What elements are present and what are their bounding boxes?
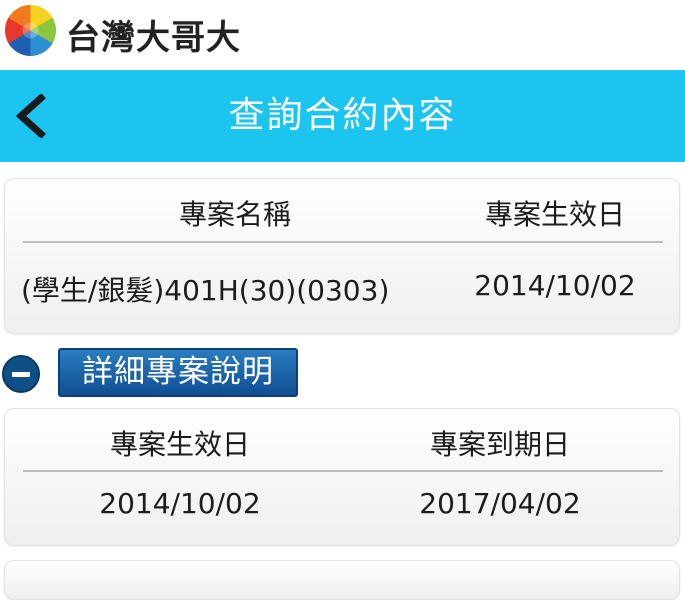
minus-circle-icon[interactable]	[2, 355, 40, 393]
plan-details-button[interactable]: 詳細專案說明	[58, 348, 298, 397]
card-divider	[23, 241, 663, 243]
brand-bar: 台灣大哥大	[0, 0, 685, 70]
title-bar: 查詢合約內容	[0, 70, 685, 162]
plan-effective-date-header: 專案生效日	[484, 198, 625, 231]
period-expiry-date-header: 專案到期日	[429, 428, 570, 461]
period-effective-date-header: 專案生效日	[109, 428, 250, 461]
card-divider	[23, 470, 663, 472]
plan-name-header: 專案名稱	[178, 198, 291, 231]
chevron-left-icon	[15, 94, 46, 138]
back-button[interactable]	[6, 90, 54, 142]
details-toggle-row: 詳細專案說明	[0, 345, 685, 397]
brand-name: 台灣大哥大	[66, 18, 241, 58]
page-title: 查詢合約內容	[228, 95, 457, 136]
contract-period-card: 專案生效日 專案到期日 2014/10/02 2017/04/02	[4, 408, 680, 546]
plan-effective-date-value: 2014/10/02	[474, 269, 636, 302]
plan-name-value: (學生/銀髮)401H(30)(0303)	[21, 274, 390, 307]
taiwan-mobile-logo	[5, 5, 56, 56]
next-card	[4, 560, 680, 600]
period-expiry-date-value: 2017/04/02	[419, 487, 581, 520]
period-effective-date-value: 2014/10/02	[99, 487, 261, 520]
plan-card: 專案名稱 專案生效日 (學生/銀髮)401H(30)(0303) 2014/10…	[4, 178, 680, 334]
